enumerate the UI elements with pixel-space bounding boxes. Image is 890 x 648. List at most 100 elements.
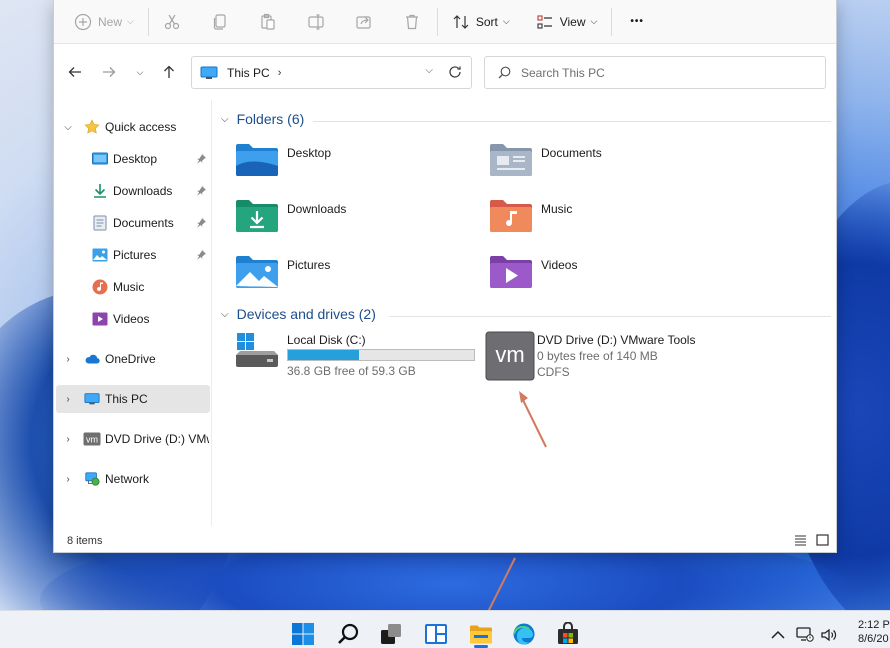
breadcrumb-this-pc[interactable]: This PC: [227, 66, 270, 80]
drives-group-title: Devices and drives (2): [236, 306, 376, 322]
paste-button[interactable]: [251, 6, 285, 38]
details-view-icon[interactable]: [794, 534, 807, 546]
search-icon: [498, 66, 511, 79]
folder-label: Documents: [541, 146, 602, 160]
trash-icon: [405, 14, 418, 29]
new-button[interactable]: New ⌵: [66, 6, 142, 38]
system-clock[interactable]: 2:12 P 8/6/20: [858, 618, 890, 646]
documents-icon: [92, 215, 108, 231]
share-icon: [356, 15, 371, 29]
folder-videos[interactable]: Videos: [489, 252, 729, 292]
forward-button[interactable]: [100, 63, 118, 81]
folder-label: Pictures: [287, 258, 331, 272]
sidebar-item-onedrive[interactable]: › OneDrive: [56, 345, 210, 373]
share-button[interactable]: [347, 6, 381, 38]
collapsed-chevron-icon[interactable]: ›: [63, 474, 73, 485]
search-taskbar-button[interactable]: [335, 621, 361, 647]
drive-dvd-d[interactable]: vm DVD Drive (D:) VMware Tools 0 bytes f…: [485, 331, 735, 389]
sidebar-item-quick-access[interactable]: ⌵ Quick access: [56, 113, 210, 141]
music-icon: [92, 279, 108, 295]
sidebar-item-label: Pictures: [113, 248, 157, 262]
task-view-icon: [381, 624, 401, 644]
recent-locations-chevron-icon[interactable]: ⌵: [131, 63, 149, 81]
breadcrumb-chevron-icon[interactable]: ›: [278, 67, 282, 79]
drive-local-disk-c[interactable]: Local Disk (C:) 36.8 GB free of 59.3 GB: [235, 333, 479, 389]
pin-icon[interactable]: [196, 154, 206, 164]
disk-usage-bar: [287, 349, 475, 361]
edge-browser-icon: [513, 623, 535, 645]
folder-downloads[interactable]: Downloads: [235, 196, 475, 236]
refresh-icon[interactable]: [448, 65, 462, 79]
drives-group-header[interactable]: ⌵ Devices and drives (2): [221, 306, 376, 322]
sidebar-item-desktop[interactable]: Desktop: [56, 145, 210, 173]
pin-icon[interactable]: [196, 218, 206, 228]
drive-label: Local Disk (C:): [287, 333, 366, 347]
view-label: View: [559, 14, 586, 29]
sidebar-item-downloads[interactable]: Downloads: [56, 177, 210, 205]
sidebar-item-label: Videos: [113, 312, 150, 326]
search-input[interactable]: [521, 65, 801, 80]
address-bar-row: ⌵ This PC › ⌵: [54, 44, 836, 100]
vm-icon: vm: [83, 431, 101, 447]
copy-button[interactable]: [203, 6, 237, 38]
expanded-chevron-icon[interactable]: ⌵: [221, 309, 229, 320]
large-icons-view-icon[interactable]: [816, 534, 829, 546]
sidebar-item-dvd-drive[interactable]: › vm DVD Drive (D:) VMware Tools: [56, 425, 210, 453]
view-list-icon: [537, 14, 552, 29]
collapsed-chevron-icon[interactable]: ›: [63, 434, 73, 445]
sidebar-item-this-pc[interactable]: › This PC: [56, 385, 210, 413]
drive-free-space: 36.8 GB free of 59.3 GB: [287, 364, 416, 378]
folders-group-title: Folders (6): [236, 111, 305, 127]
item-count: 8 items: [67, 535, 103, 547]
sidebar-item-label: Desktop: [113, 152, 158, 166]
clipboard-icon: [261, 13, 275, 30]
expanded-chevron-icon[interactable]: ⌵: [221, 114, 229, 125]
cut-button[interactable]: [155, 6, 189, 38]
sidebar-item-pictures[interactable]: Pictures: [56, 241, 210, 269]
clock-time: 2:12 P: [858, 619, 890, 631]
drive-file-system: CDFS: [537, 365, 570, 379]
folder-music[interactable]: Music: [489, 196, 729, 236]
music-folder-icon: [490, 200, 532, 232]
sort-button[interactable]: Sort ⌵: [444, 6, 518, 38]
folders-group-header[interactable]: ⌵ Folders (6): [221, 111, 304, 127]
delete-button[interactable]: [395, 6, 429, 38]
rename-button[interactable]: [299, 6, 333, 38]
sort-icon: [453, 14, 469, 29]
file-explorer-taskbar-button[interactable]: [468, 621, 494, 647]
collapsed-chevron-icon[interactable]: ›: [63, 354, 73, 365]
edge-button[interactable]: [511, 621, 537, 647]
folder-desktop[interactable]: Desktop: [235, 140, 475, 180]
more-options-button[interactable]: •••: [622, 6, 652, 38]
cloud-icon: [84, 351, 100, 367]
sidebar-item-documents[interactable]: Documents: [56, 209, 210, 237]
expanded-chevron-icon[interactable]: ⌵: [63, 122, 73, 133]
folder-label: Videos: [541, 258, 578, 272]
folder-icon: [470, 625, 492, 644]
task-view-button[interactable]: [378, 621, 404, 647]
folder-documents[interactable]: Documents: [489, 140, 729, 180]
search-icon: [338, 623, 359, 644]
store-button[interactable]: [555, 621, 581, 647]
volume-icon[interactable]: [820, 627, 838, 643]
folder-pictures[interactable]: Pictures: [235, 252, 475, 292]
new-label: New: [98, 14, 123, 29]
up-button[interactable]: [160, 63, 178, 81]
hard-disk-icon: [236, 333, 278, 367]
search-box[interactable]: [484, 56, 826, 89]
widgets-button[interactable]: [423, 621, 449, 647]
address-box[interactable]: This PC › ⌵: [191, 56, 472, 89]
store-bag-icon: [558, 622, 578, 644]
pin-icon[interactable]: [196, 250, 206, 260]
network-status-icon[interactable]: [796, 627, 814, 643]
collapsed-chevron-icon[interactable]: ›: [63, 394, 73, 405]
chevron-up-icon[interactable]: [769, 627, 787, 643]
sidebar-item-network[interactable]: › Network: [56, 465, 210, 493]
sidebar-item-music[interactable]: Music: [56, 273, 210, 301]
back-button[interactable]: [66, 63, 84, 81]
sidebar-item-videos[interactable]: Videos: [56, 305, 210, 333]
address-history-dropdown-icon[interactable]: ⌵: [425, 65, 433, 76]
pin-icon[interactable]: [196, 186, 206, 196]
view-button[interactable]: View ⌵: [528, 6, 606, 38]
start-button[interactable]: [290, 621, 316, 647]
